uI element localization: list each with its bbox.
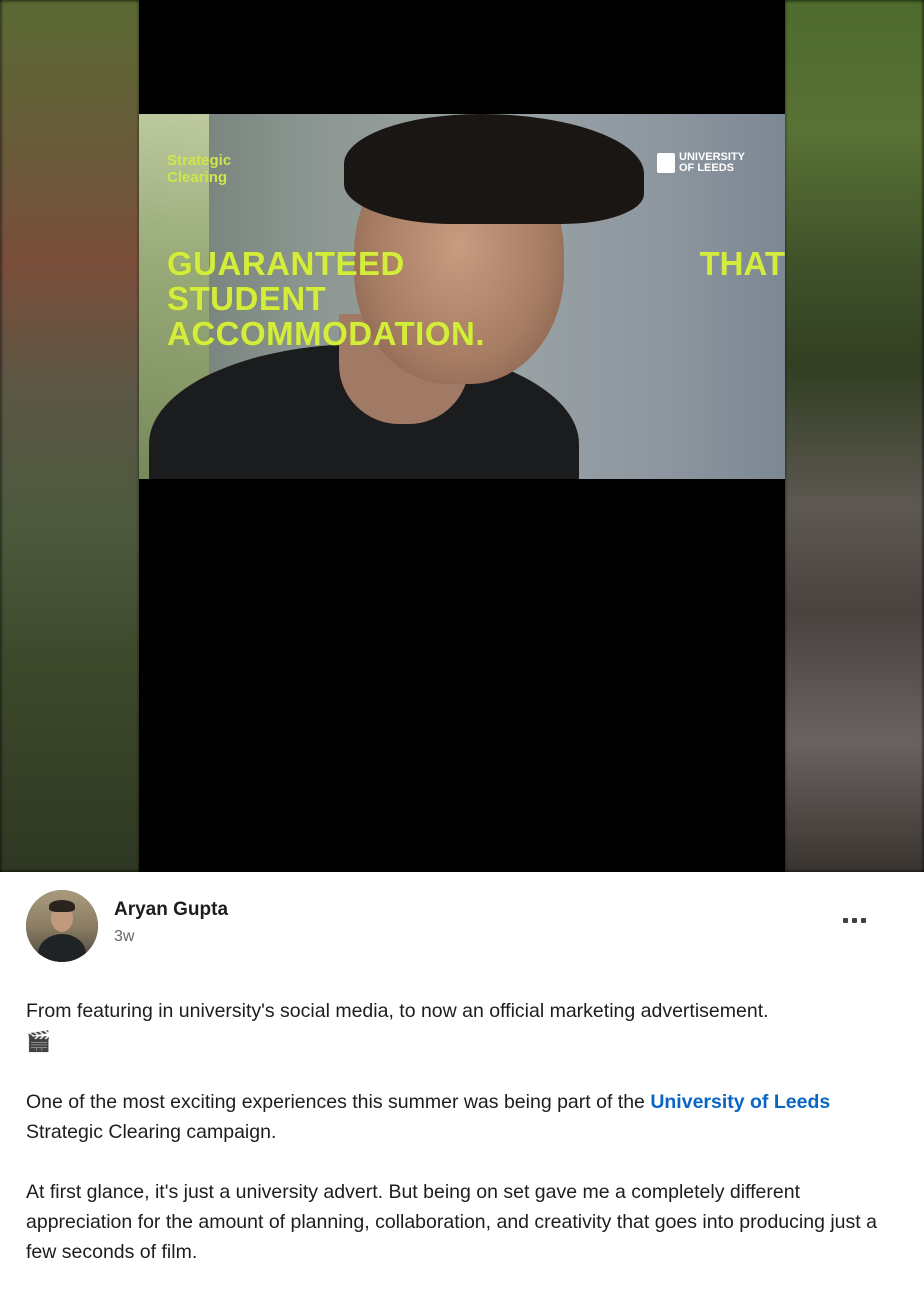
university-crest-icon xyxy=(657,153,675,173)
avatar[interactable] xyxy=(26,890,98,962)
more-options-icon-dot xyxy=(860,917,866,923)
mention-link-university-of-leeds[interactable]: University of Leeds xyxy=(650,1091,830,1113)
paragraph-1-text: From featuring in university's social me… xyxy=(26,1000,769,1022)
paragraph-2-text-start: One of the most exciting experiences thi… xyxy=(26,1091,651,1113)
video-frame-image: Strategic Clearing GUARANTEED STUDENT AC… xyxy=(139,114,785,479)
video-overlay-headline: GUARANTEED STUDENT ACCOMMODATION. xyxy=(167,246,485,351)
person-hair xyxy=(344,114,644,224)
post-paragraph-1: From featuring in university's social me… xyxy=(26,996,906,1057)
overlay-small-line-1: Strategic xyxy=(167,152,232,169)
overlay-headline-line-1: GUARANTEED xyxy=(167,245,405,282)
university-logo: UNIVERSITY OF LEEDS xyxy=(657,152,745,174)
overlay-headline-line-3: ACCOMMODATION. xyxy=(167,315,486,352)
paragraph-2-text-end: Strategic Clearing campaign. xyxy=(26,1121,277,1143)
post-media[interactable]: Strategic Clearing GUARANTEED STUDENT AC… xyxy=(0,0,924,872)
more-options-icon xyxy=(842,917,848,923)
author-name[interactable]: Aryan Gupta xyxy=(114,899,228,921)
blurred-background-left xyxy=(0,0,140,872)
overlay-small-line-2: Clearing xyxy=(167,169,228,186)
logo-line-2: OF LEEDS xyxy=(679,162,735,174)
overlay-headline-line-2: STUDENT xyxy=(167,280,327,317)
video-overlay-that-text: THAT xyxy=(699,245,785,282)
blurred-background-right xyxy=(784,0,924,872)
more-options-button[interactable] xyxy=(830,908,878,932)
post-content: Aryan Gupta 3w From featuring in univers… xyxy=(0,872,924,1290)
post-timestamp: 3w xyxy=(114,928,135,945)
paragraph-3-text: At first glance, it's just a university … xyxy=(26,1181,877,1263)
post-text: From featuring in university's social me… xyxy=(26,996,906,1297)
avatar-hair xyxy=(49,900,75,912)
university-logo-text: UNIVERSITY OF LEEDS xyxy=(679,152,745,174)
more-options-icon-dot xyxy=(851,917,857,923)
clapperboard-icon: 🎬 xyxy=(26,1029,51,1053)
video-overlay-small-text: Strategic Clearing xyxy=(167,152,231,186)
post-paragraph-3: At first glance, it's just a university … xyxy=(26,1177,906,1267)
video-player[interactable]: Strategic Clearing GUARANTEED STUDENT AC… xyxy=(139,0,785,872)
post-paragraph-2: One of the most exciting experiences thi… xyxy=(26,1087,906,1147)
